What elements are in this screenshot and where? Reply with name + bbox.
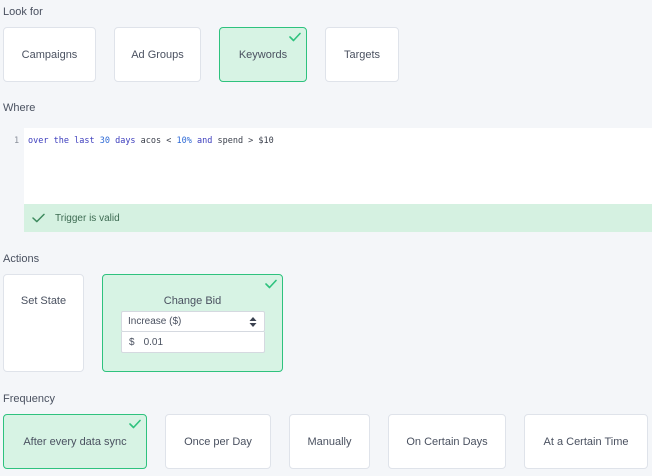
bid-amount-value: 0.01 (143, 336, 164, 348)
frequency-certain-days-label: On Certain Days (406, 435, 488, 448)
code-token: over (28, 136, 49, 146)
check-icon (32, 213, 45, 223)
code-token: spend > (212, 136, 259, 146)
validation-text: Trigger is valid (55, 212, 120, 224)
code-token: 10% (176, 136, 192, 146)
look-for-campaigns-label: Campaigns (21, 48, 78, 61)
trigger-editor[interactable]: 1 over the last 30 days acos < 10% and s… (0, 128, 652, 204)
code-token: the (53, 136, 69, 146)
where-label: Where (3, 102, 36, 114)
action-change-bid-label: Change Bid (163, 295, 222, 307)
check-icon (129, 419, 141, 429)
code-token: last (74, 136, 95, 146)
code-token: $10 (258, 136, 274, 146)
look-for-label: Look for (3, 6, 43, 18)
look-for-keywords-label: Keywords (238, 48, 288, 61)
check-icon (289, 32, 301, 42)
action-set-state-label: Set State (20, 295, 67, 307)
frequency-after-sync-label: After every data sync (23, 435, 127, 448)
bid-amount-field[interactable]: $ 0.01 (121, 332, 265, 353)
look-for-targets-label: Targets (343, 48, 381, 61)
code-token: 30 (99, 136, 110, 146)
validation-banner: Trigger is valid (24, 204, 652, 232)
frequency-manually[interactable]: Manually (289, 414, 370, 469)
line-number: 1 (14, 136, 20, 146)
frequency-label: Frequency (3, 393, 55, 405)
actions-label: Actions (3, 253, 40, 265)
code-line: over the last 30 days acos < 10% and spe… (28, 136, 274, 146)
frequency-certain-time[interactable]: At a Certain Time (524, 414, 648, 469)
look-for-ad-groups-label: Ad Groups (131, 48, 184, 61)
code-token: acos < (135, 136, 177, 146)
look-for-targets[interactable]: Targets (325, 27, 399, 82)
frequency-once-per-day-label: Once per Day (184, 435, 252, 448)
check-icon (265, 279, 277, 289)
code-token: days (115, 136, 136, 146)
look-for-ad-groups[interactable]: Ad Groups (114, 27, 201, 82)
frequency-after-sync[interactable]: After every data sync (3, 414, 147, 469)
sort-arrows-icon (249, 317, 257, 327)
frequency-certain-time-label: At a Certain Time (543, 435, 629, 448)
frequency-manually-label: Manually (307, 435, 352, 448)
look-for-campaigns[interactable]: Campaigns (3, 27, 96, 82)
editor-gutter (0, 128, 24, 204)
frequency-once-per-day[interactable]: Once per Day (165, 414, 271, 469)
look-for-keywords[interactable]: Keywords (219, 27, 307, 82)
bid-mode-value: Increase ($) (128, 316, 182, 327)
code-token: and (197, 136, 213, 146)
currency-symbol: $ (129, 336, 135, 348)
frequency-certain-days[interactable]: On Certain Days (388, 414, 506, 469)
action-set-state[interactable]: Set State (3, 274, 84, 372)
bid-mode-select[interactable]: Increase ($) (121, 311, 265, 332)
